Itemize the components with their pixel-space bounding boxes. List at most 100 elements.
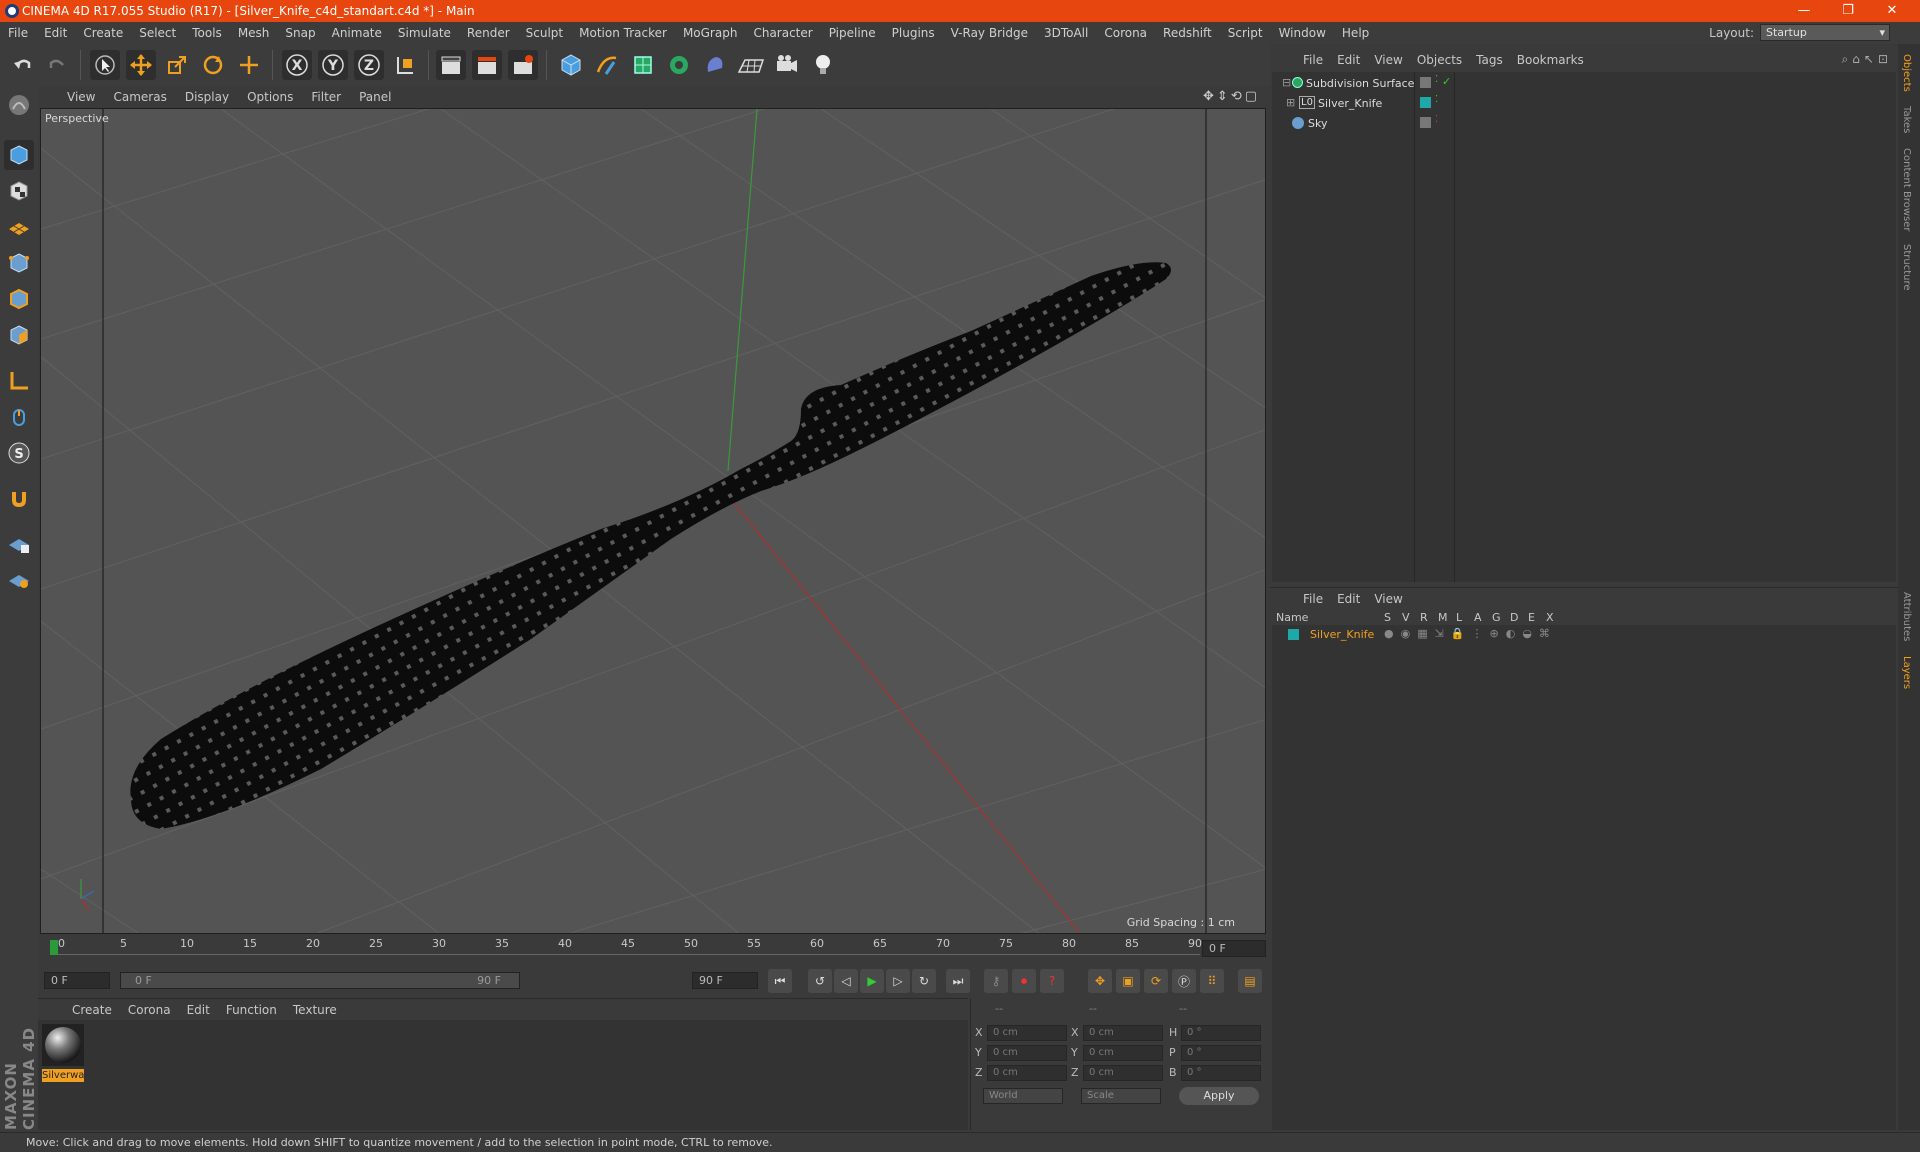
expand-icon[interactable]: ⊞ xyxy=(1286,96,1295,109)
render-view-button[interactable] xyxy=(436,50,466,80)
timeline-window-button[interactable]: ▤ xyxy=(1238,969,1262,993)
grid-lock-button[interactable] xyxy=(4,528,34,558)
size-z-field[interactable]: 0 cm xyxy=(1083,1065,1163,1081)
size-y-field[interactable]: 0 cm xyxy=(1083,1045,1163,1061)
tab-objects[interactable]: Objects xyxy=(1901,54,1912,92)
material-menu-edit[interactable]: Edit xyxy=(179,1003,218,1017)
object-menu-bookmarks[interactable]: Bookmarks xyxy=(1510,53,1591,67)
live-selection-button[interactable] xyxy=(234,50,264,80)
apply-button[interactable]: Apply xyxy=(1179,1087,1259,1105)
material-menu-create[interactable]: Create xyxy=(64,1003,120,1017)
object-menu-file[interactable]: File xyxy=(1296,53,1330,67)
viewport-menu-options[interactable]: Options xyxy=(238,90,302,104)
select-tool-button[interactable] xyxy=(90,50,120,80)
position-y-field[interactable]: 0 cm xyxy=(987,1045,1067,1061)
z-axis-lock-button[interactable]: Z xyxy=(354,50,384,80)
tab-takes[interactable]: Takes xyxy=(1901,106,1912,133)
layer-col-x[interactable]: X xyxy=(1546,611,1554,624)
layer-col-r[interactable]: R xyxy=(1420,611,1428,624)
go-to-start-button[interactable]: ⏮ xyxy=(768,969,792,993)
layer-col-a[interactable]: A xyxy=(1474,611,1482,624)
menu-select[interactable]: Select xyxy=(131,26,184,40)
viewport-menu-filter[interactable]: Filter xyxy=(302,90,350,104)
go-to-end-button[interactable]: ⏭ xyxy=(946,969,970,993)
menu-file[interactable]: File xyxy=(0,26,36,40)
object-manager-search-icon[interactable]: ⌕⌂↖⊡ xyxy=(1842,52,1892,67)
tab-attributes[interactable]: Attributes xyxy=(1901,592,1912,641)
key-position-button[interactable]: ✥ xyxy=(1088,969,1112,993)
subdivision-surface-button[interactable] xyxy=(628,50,658,80)
menu-tools[interactable]: Tools xyxy=(184,26,230,40)
viewport-menu-display[interactable]: Display xyxy=(176,90,238,104)
check-icon[interactable]: ✓ xyxy=(1442,75,1451,88)
object-name[interactable]: Sky xyxy=(1308,117,1327,130)
size-x-field[interactable]: 0 cm xyxy=(1083,1025,1163,1041)
layer-col-e[interactable]: E xyxy=(1528,611,1535,624)
key-scale-button[interactable]: ▣ xyxy=(1116,969,1140,993)
prev-frame-button[interactable]: ◁ xyxy=(834,969,858,993)
workplane-lock-button[interactable] xyxy=(4,564,34,594)
material-menu-texture[interactable]: Texture xyxy=(285,1003,345,1017)
timeline-ruler[interactable]: 0 5 10 15 20 25 30 35 40 45 50 55 60 65 … xyxy=(38,936,1268,962)
viewport-menu-panel[interactable]: Panel xyxy=(350,90,400,104)
tab-structure[interactable]: Structure xyxy=(1901,244,1912,291)
texture-mode-button[interactable] xyxy=(4,176,34,206)
viewport-nav-icons[interactable]: ✥⇕⟲▢ xyxy=(1203,89,1260,104)
menu-pipeline[interactable]: Pipeline xyxy=(821,26,884,40)
layer-col-g[interactable]: G xyxy=(1492,611,1501,624)
maximize-button[interactable]: ❐ xyxy=(1828,2,1868,20)
layer-col-d[interactable]: D xyxy=(1510,611,1518,624)
menu-edit[interactable]: Edit xyxy=(36,26,75,40)
scale-tool-button[interactable] xyxy=(162,50,192,80)
menu-mograph[interactable]: MoGraph xyxy=(675,26,746,40)
menu-script[interactable]: Script xyxy=(1220,26,1271,40)
layer-toggle-icons[interactable]: ●◉▦⇲🔒⋮⊕◐◒⌘ xyxy=(1384,627,1557,640)
object-menu-tags[interactable]: Tags xyxy=(1469,53,1510,67)
menu-3dtoall[interactable]: 3DToAll xyxy=(1036,26,1096,40)
layout-dropdown[interactable]: Startup ▾ xyxy=(1760,24,1890,41)
tab-content-browser[interactable]: Content Browser xyxy=(1901,148,1912,231)
menu-create[interactable]: Create xyxy=(75,26,131,40)
menu-animate[interactable]: Animate xyxy=(324,26,390,40)
points-mode-button[interactable] xyxy=(4,248,34,278)
autokey-button[interactable]: ⏺ xyxy=(1012,969,1036,993)
layer-menu-view[interactable]: View xyxy=(1367,592,1409,606)
model-mode-button[interactable] xyxy=(4,140,34,170)
layer-col-l[interactable]: L xyxy=(1456,611,1462,624)
menu-help[interactable]: Help xyxy=(1334,26,1377,40)
next-frame-button[interactable]: ▷ xyxy=(886,969,910,993)
visibility-dots-icon[interactable]: ⁚ xyxy=(1435,114,1438,125)
undo-button[interactable] xyxy=(8,50,38,80)
object-name[interactable]: Subdivision Surface xyxy=(1306,77,1414,90)
rotation-h-field[interactable]: 0 ° xyxy=(1181,1025,1261,1041)
mograph-cloner-button[interactable] xyxy=(664,50,694,80)
polygons-mode-button[interactable] xyxy=(4,320,34,350)
layer-col-m[interactable]: M xyxy=(1438,611,1448,624)
object-row[interactable]: ⊟ Subdivision Surface ⁚ ✓ xyxy=(1272,74,1896,94)
make-editable-button[interactable] xyxy=(4,90,34,120)
menu-character[interactable]: Character xyxy=(745,26,820,40)
coordinate-system-button[interactable] xyxy=(390,50,420,80)
camera-button[interactable] xyxy=(772,50,802,80)
object-name[interactable]: Silver_Knife xyxy=(1318,97,1382,110)
object-row[interactable]: Sky ⁚ xyxy=(1272,114,1896,134)
viewport-menu-view[interactable]: View xyxy=(58,90,104,104)
coord-scale-dropdown[interactable]: Scale xyxy=(1081,1088,1161,1104)
layer-row[interactable]: Silver_Knife ●◉▦⇲🔒⋮⊕◐◒⌘ xyxy=(1272,626,1896,646)
material-menu-function[interactable]: Function xyxy=(218,1003,285,1017)
layer-menu-file[interactable]: File xyxy=(1296,592,1330,606)
edges-mode-button[interactable] xyxy=(4,284,34,314)
menu-corona[interactable]: Corona xyxy=(1096,26,1155,40)
menu-mesh[interactable]: Mesh xyxy=(230,26,278,40)
rotation-b-field[interactable]: 0 ° xyxy=(1181,1065,1261,1081)
layer-color-swatch[interactable] xyxy=(1288,629,1299,640)
floor-environment-button[interactable] xyxy=(736,50,766,80)
key-parameter-button[interactable]: Ⓟ xyxy=(1172,969,1196,993)
layer-col-s[interactable]: S xyxy=(1384,611,1391,624)
visibility-dots-icon[interactable]: ⁚ xyxy=(1435,94,1438,105)
tab-layers[interactable]: Layers xyxy=(1901,656,1912,689)
key-pla-button[interactable]: ⠿ xyxy=(1200,969,1224,993)
position-x-field[interactable]: 0 cm xyxy=(987,1025,1067,1041)
solo-mode-button[interactable]: S xyxy=(4,438,34,468)
snap-button[interactable] xyxy=(4,484,34,514)
